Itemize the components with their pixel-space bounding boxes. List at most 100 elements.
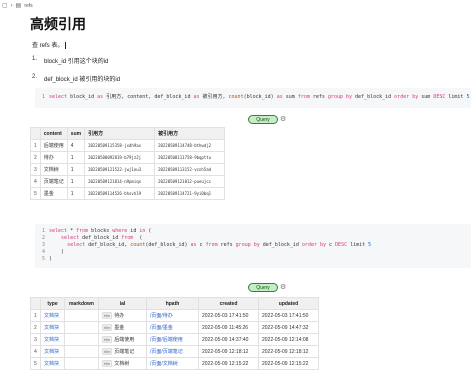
query-button[interactable]: Query — [248, 283, 278, 292]
cell-sum: 1 — [66, 175, 86, 188]
cell-hpath[interactable]: /页面/墨金 — [146, 321, 199, 334]
code-line: 3 select def_block_id, count(def_block_i… — [41, 242, 372, 248]
column-header: updated — [258, 297, 319, 310]
cell-content: 页端笔记 — [39, 175, 68, 188]
table-row: 2 待办 1 20220508092819-b79jz2j 20220508111758… — [30, 151, 226, 164]
ial-tag: title — [102, 324, 113, 331]
row-number: 4 — [30, 345, 41, 358]
cell-sum: 1 — [66, 187, 86, 200]
row-number: 1 — [30, 139, 41, 152]
cell-markdown — [64, 321, 99, 334]
cell-content: 文档树 — [39, 163, 68, 176]
table-row: 3 文档树 1 20220509121522-jwj1ou3 2022050911315… — [30, 163, 226, 176]
cell-created: 2022-05-09 12:15:22 — [198, 357, 259, 370]
row-number: 5 — [30, 357, 41, 370]
sql-code-block-2[interactable]: 1 select * from blocks where id in ( 2 se… — [35, 224, 471, 268]
query-button[interactable]: Query — [248, 115, 278, 124]
table-row: 5 文档块 title 文档树/页面/文档树 2022-05-09 12:15:22 20… — [30, 357, 319, 370]
table-row: 3 文档块 title 后端使用/页面/后端使用 2022-05-09 14:37:40… — [30, 333, 319, 346]
ial-value: 墨金 — [114, 325, 125, 331]
cell-markdown — [64, 333, 99, 346]
code-line: 1 select * from blocks where id in ( — [41, 228, 152, 234]
row-number: 1 — [30, 309, 41, 322]
cell-block-id[interactable]: 20220509115358-jxdh9ax — [84, 139, 156, 152]
table-row: 5 墨金 1 20220509114526-bhsvh19 20220509114721… — [30, 187, 226, 200]
query-controls-2: Query ⚙ — [248, 283, 286, 292]
document-icon[interactable]: ▤ — [16, 3, 22, 9]
cell-block-id[interactable]: 20220509114526-bhsvh19 — [84, 187, 156, 200]
cell-ial: title 页端笔记 — [98, 345, 147, 358]
cell-ial: title 后端使用 — [98, 333, 147, 346]
list-item: 1. block_id 引用这个块的id — [32, 56, 120, 65]
cell-hpath[interactable]: /页面/后端使用 — [146, 333, 199, 346]
cell-updated: 2022-05-09 12:15:22 — [258, 357, 319, 370]
page-title: 高频引用 — [30, 17, 86, 33]
cell-block-id[interactable]: 20220509121814-n9pmiqx — [84, 175, 156, 188]
list-item: 2. def_block_id 被引用的块的id — [32, 74, 120, 83]
blocks-result-table: type markdown ial hpath created updated … — [30, 297, 319, 370]
cell-type[interactable]: 文档块 — [40, 309, 65, 322]
breadcrumb: ▢ › ▤ refs — [2, 1, 33, 10]
settings-icon[interactable]: ⚙ — [280, 116, 286, 123]
column-header — [30, 127, 41, 140]
cell-sum: 4 — [66, 139, 86, 152]
sql-code-block-1[interactable]: 1 select block_id as 引用方, content, def_bl… — [35, 88, 471, 108]
table-row: 1 文档块 title 待办/页面/待办 2022-05-03 17:41:50 2022… — [30, 309, 319, 322]
column-header: sum — [66, 127, 86, 140]
code-line: 4 ) — [41, 249, 65, 255]
cell-def-block-id[interactable]: 20220508111758-9bqpttu — [154, 151, 226, 164]
breadcrumb-doc-label[interactable]: refs — [24, 3, 32, 9]
cell-hpath[interactable]: /页面/文档树 — [146, 357, 199, 370]
cell-type[interactable]: 文档块 — [40, 333, 65, 346]
cell-created: 2022-05-03 17:41:50 — [198, 309, 259, 322]
cell-block-id[interactable]: 20220508092819-b79jz2j — [84, 151, 156, 164]
table-row: 4 页端笔记 1 20220509121814-n9pmiqx 202205091218… — [30, 175, 226, 188]
cell-def-block-id[interactable]: 20220509114721-9yi0bq1 — [154, 187, 226, 200]
code-line: 2 select def_block_id from ( — [41, 235, 143, 241]
list-number: 1. — [32, 56, 38, 62]
row-number: 2 — [30, 151, 41, 164]
cell-ial: title 文档树 — [98, 357, 147, 370]
cell-markdown — [64, 345, 99, 358]
cell-hpath[interactable]: /页面/页端笔记 — [146, 345, 199, 358]
cell-def-block-id[interactable]: 20220509121812-pueujcc — [154, 175, 226, 188]
cell-block-id[interactable]: 20220509121522-jwj1ou3 — [84, 163, 156, 176]
cell-hpath[interactable]: /页面/待办 — [146, 309, 199, 322]
cell-updated: 2022-05-09 12:18:12 — [258, 345, 319, 358]
column-header: ial — [98, 297, 147, 310]
query-controls-1: Query ⚙ — [248, 115, 286, 124]
intro-text[interactable]: 查 refs 表。 — [32, 40, 67, 49]
intro-label: 查 refs 表。 — [32, 43, 64, 49]
cell-content: 后端使用 — [39, 139, 68, 152]
chevron-right-icon: › — [10, 2, 13, 9]
ial-value: 页端笔记 — [114, 349, 135, 355]
row-number: 3 — [30, 333, 41, 346]
column-header: type — [40, 297, 65, 310]
text-caret — [65, 41, 67, 49]
table-row: 2 文档块 title 墨金/页面/墨金 2022-05-09 11:45:26 2022… — [30, 321, 319, 334]
ial-value: 文档树 — [114, 361, 130, 367]
row-number: 2 — [30, 321, 41, 334]
settings-icon[interactable]: ⚙ — [280, 284, 286, 291]
list-number: 2. — [32, 74, 38, 80]
cell-created: 2022-05-09 14:37:40 — [198, 333, 259, 346]
cell-markdown — [64, 309, 99, 322]
cell-type[interactable]: 文档块 — [40, 345, 65, 358]
cell-type[interactable]: 文档块 — [40, 321, 65, 334]
cell-updated: 2022-05-09 12:14:08 — [258, 333, 319, 346]
cell-type[interactable]: 文档块 — [40, 357, 65, 370]
cell-ial: title 待办 — [98, 309, 147, 322]
cell-sum: 1 — [66, 151, 86, 164]
refs-result-table: content sum 引用方 被引用方 1 后端使用 4 2022050911535… — [30, 127, 226, 200]
list-text: block_id 引用这个块的id — [44, 59, 109, 65]
code-line: 1 select block_id as 引用方, content, def_bl… — [41, 94, 470, 100]
row-number: 4 — [30, 175, 41, 188]
row-number: 5 — [30, 187, 41, 200]
cell-def-block-id[interactable]: 20220509113152-vcnh5ad — [154, 163, 226, 176]
cell-created: 2022-05-09 12:18:12 — [198, 345, 259, 358]
column-header — [30, 297, 41, 310]
file-icon[interactable]: ▢ — [2, 3, 8, 9]
cell-def-block-id[interactable]: 20220509114748-bthwdj2 — [154, 139, 226, 152]
table-row: 4 文档块 title 页端笔记/页面/页端笔记 2022-05-09 12:18:12… — [30, 345, 319, 358]
ial-tag: title — [102, 312, 113, 319]
